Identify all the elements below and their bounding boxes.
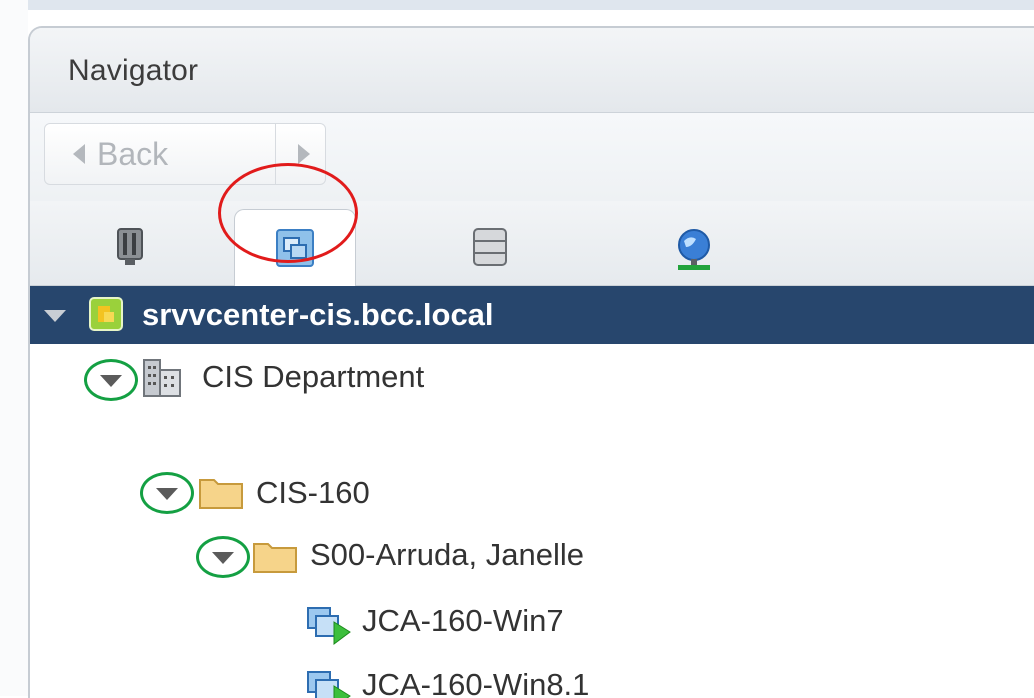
expander-icon[interactable] [44,310,66,322]
tree-node-subfolder[interactable]: S00-Arruda, Janelle [30,526,1034,584]
forward-button[interactable] [290,124,324,184]
history-bar: Back [30,113,1034,201]
forward-arrow-icon [298,144,310,164]
expander-icon[interactable] [212,552,234,564]
button-separator [275,124,276,184]
tree-node-vm[interactable]: JCA-160-Win7 [30,592,1034,650]
tree-node-datacenter-label: CIS Department [202,359,425,394]
networking-icon [678,229,710,270]
vm-icon [307,607,351,645]
back-label: Back [97,136,169,172]
tree-node-vcenter-label: srvvcenter-cis.bcc.local [142,297,494,332]
tree-node-datacenter[interactable]: CIS Department [30,348,1034,406]
hosts-and-clusters-tab[interactable] [70,209,190,285]
networking-tab[interactable] [634,209,754,285]
tree-node-folder[interactable]: CIS-160 [30,464,1034,522]
inventory-tabs [30,201,1034,287]
vm-icon [307,671,351,698]
storage-icon [473,228,507,266]
expander-icon[interactable] [100,375,122,387]
hosts-clusters-icon [117,228,143,265]
back-arrow-icon [73,144,85,164]
vms-and-templates-tab[interactable] [234,209,356,287]
storage-tab[interactable] [430,209,550,285]
vcenter-icon [89,297,123,331]
vms-templates-icon [276,229,314,267]
left-gutter [0,0,28,696]
tree-node-vm-label: JCA-160-Win7 [362,603,564,638]
back-button[interactable]: Back [44,123,326,185]
tree-node-vm[interactable]: JCA-160-Win8.1 [30,656,1034,698]
expander-icon[interactable] [156,488,178,500]
navigator-title: Navigator [68,54,199,87]
folder-icon [253,543,297,573]
tree-node-vcenter[interactable]: srvvcenter-cis.bcc.local [30,286,1034,344]
folder-icon [199,479,243,509]
datacenter-icon [143,359,181,397]
tree-node-folder-label: CIS-160 [256,475,370,510]
tree-node-vm-label: JCA-160-Win8.1 [362,667,590,698]
navigator-panel: Navigator Back srvvcenter-cis.bcc.local … [28,26,1034,698]
tree-node-subfolder-label: S00-Arruda, Janelle [310,537,584,572]
navigator-header: Navigator [30,28,1034,113]
top-strip [0,0,1034,10]
